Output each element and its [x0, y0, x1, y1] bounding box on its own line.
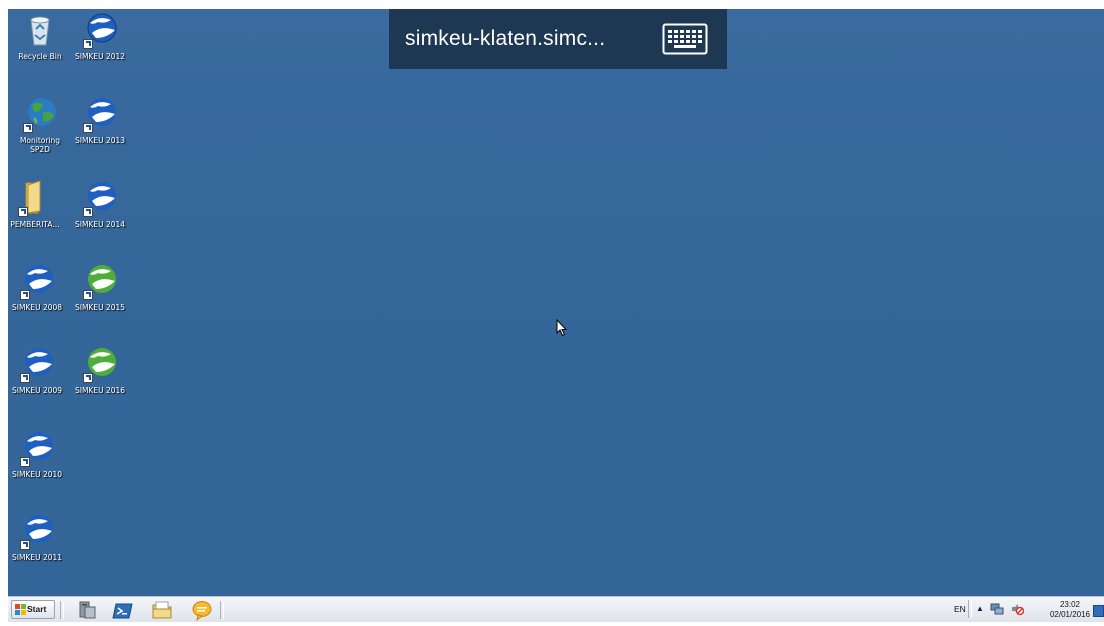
globe-icon: [81, 95, 119, 133]
clock-date: 02/01/2016: [1049, 610, 1091, 619]
show-desktop-button[interactable]: [1093, 605, 1104, 617]
globe-icon: [18, 262, 56, 300]
desktop-icon-label: SIMKEU 2009: [11, 386, 63, 395]
keyboard-icon[interactable]: [662, 23, 708, 60]
language-indicator[interactable]: EN: [954, 604, 966, 614]
recycle-bin-icon: [21, 11, 59, 49]
desktop-icon-label: SIMKEU 2010: [11, 470, 63, 479]
desktop-icon-simkeu-2008[interactable]: SIMKEU 2008: [8, 262, 68, 312]
desktop-icon-label: SIMKEU 2011: [11, 553, 63, 562]
green-globe-icon: [81, 345, 119, 383]
desktop[interactable]: Recycle Bin SIMKEU 2012 Monitoring SP2D …: [8, 9, 1104, 596]
chat-icon[interactable]: [191, 599, 213, 622]
desktop-icon-label: SIMKEU 2012: [74, 52, 126, 61]
desktop-icon-monitoring-sp2d[interactable]: Monitoring SP2D: [9, 95, 71, 154]
globe-icon: [18, 345, 56, 383]
powershell-icon[interactable]: [112, 599, 134, 621]
desktop-icon-label: Monitoring SP2D: [19, 136, 61, 154]
globe-icon: [81, 179, 119, 217]
network-icon[interactable]: [990, 602, 1004, 621]
start-button[interactable]: Start: [11, 600, 55, 619]
globe-icon: [81, 11, 119, 49]
server-manager-icon[interactable]: [76, 599, 98, 621]
desktop-icon-recycle-bin[interactable]: Recycle Bin: [9, 11, 71, 61]
taskbar-separator: [220, 601, 224, 619]
start-label: Start: [27, 604, 47, 614]
globe-icon: [18, 512, 56, 550]
explorer-icon[interactable]: [151, 599, 173, 621]
desktop-icon-label: SIMKEU 2014: [74, 220, 126, 229]
show-hidden-icons-icon[interactable]: ▲: [976, 604, 984, 613]
desktop-icon-simkeu-2009[interactable]: SIMKEU 2009: [8, 345, 68, 395]
green-globe-icon: [81, 262, 119, 300]
remote-host-title[interactable]: simkeu-klaten.simc...: [405, 27, 605, 51]
clock-time: 23:02: [1059, 600, 1081, 609]
desktop-icon-simkeu-2010[interactable]: SIMKEU 2010: [8, 429, 68, 479]
desktop-icon-pemberita-folder[interactable]: PEMBERITA...: [8, 179, 66, 229]
desktop-icon-label: SIMKEU 2008: [11, 303, 63, 312]
remote-connection-bar[interactable]: simkeu-klaten.simc...: [389, 9, 727, 69]
desktop-icon-label: SIMKEU 2013: [74, 136, 126, 145]
desktop-icon-label: PEMBERITA...: [10, 220, 60, 229]
system-tray: EN ▲ 23:02 02/01/2016: [952, 597, 1104, 622]
taskbar-separator: [60, 601, 64, 619]
desktop-icon-simkeu-2013[interactable]: SIMKEU 2013: [69, 95, 131, 145]
desktop-icon-simkeu-2015[interactable]: SIMKEU 2015: [69, 262, 131, 312]
earth-icon: [21, 95, 59, 133]
desktop-icon-simkeu-2012[interactable]: SIMKEU 2012: [69, 11, 131, 61]
mouse-cursor-icon: [556, 318, 568, 342]
taskbar: Start EN ▲ 23:02 02/01/2016: [8, 596, 1104, 622]
desktop-icon-simkeu-2016[interactable]: SIMKEU 2016: [69, 345, 131, 395]
desktop-icon-label: SIMKEU 2016: [74, 386, 126, 395]
desktop-icon-simkeu-2011[interactable]: SIMKEU 2011: [8, 512, 68, 562]
tray-separator: [968, 600, 972, 618]
speaker-muted-icon[interactable]: [1010, 602, 1025, 621]
windows-flag-icon: [15, 604, 26, 621]
desktop-icon-label: SIMKEU 2015: [74, 303, 126, 312]
desktop-icon-label: Recycle Bin: [18, 52, 62, 61]
globe-icon: [18, 429, 56, 467]
taskbar-clock[interactable]: 23:02 02/01/2016: [1048, 600, 1092, 620]
desktop-icon-simkeu-2014[interactable]: SIMKEU 2014: [69, 179, 131, 229]
folder-icon: [16, 179, 54, 217]
